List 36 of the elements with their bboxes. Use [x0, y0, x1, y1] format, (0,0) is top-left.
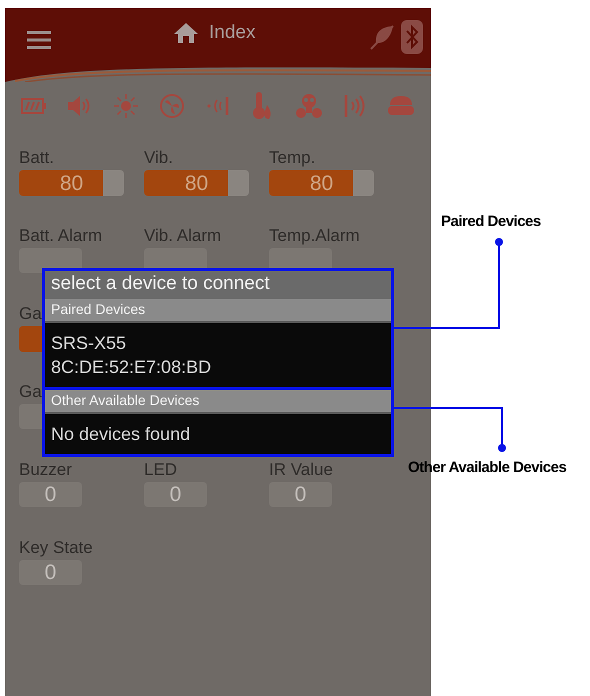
field-label: Vib. Alarm: [144, 226, 222, 246]
field-label: Buzzer: [19, 460, 72, 480]
section-header: Other Available Devices: [45, 390, 391, 414]
meter-value: 80: [310, 172, 334, 194]
device-text[interactable]: No devices found: [51, 422, 385, 446]
field-label: Batt.: [19, 148, 54, 168]
field-label: IR Value: [269, 460, 333, 480]
bluetooth-icon[interactable]: [401, 20, 423, 54]
battery-icon[interactable]: [21, 98, 47, 114]
screen-title: Index: [209, 22, 256, 44]
button-icon[interactable]: [387, 95, 415, 117]
field-value: 0: [170, 484, 182, 505]
menu-icon[interactable]: [27, 31, 51, 49]
gas-mask-icon[interactable]: [295, 92, 323, 120]
section-header: Paired Devices: [45, 299, 391, 323]
field-label: Key State: [19, 538, 93, 558]
field-label: Batt. Alarm: [19, 226, 102, 246]
field-label: Ga: [19, 304, 42, 324]
field-value: 0: [44, 484, 56, 505]
field-value: 0: [44, 562, 56, 583]
fan-icon[interactable]: [159, 93, 185, 119]
field-value: 0: [294, 484, 306, 505]
meter-value: 80: [184, 172, 208, 194]
field-label: Ga: [19, 382, 42, 402]
field-label: Temp.: [269, 148, 316, 168]
field-label: Vib.: [144, 148, 173, 168]
sun-icon[interactable]: [113, 93, 139, 119]
field-label: Temp.Alarm: [269, 226, 360, 246]
device-text[interactable]: SRS-X55: [51, 331, 385, 355]
annotation-label: Paired Devices: [441, 213, 541, 230]
dialog-title: select a device to connect: [45, 271, 391, 299]
device-text[interactable]: 8C:DE:52:E7:08:BD: [51, 355, 385, 379]
signal-icon[interactable]: [343, 93, 367, 119]
meter-value: 80: [60, 172, 84, 194]
home-icon: [173, 22, 199, 44]
field-label: LED: [144, 460, 178, 480]
